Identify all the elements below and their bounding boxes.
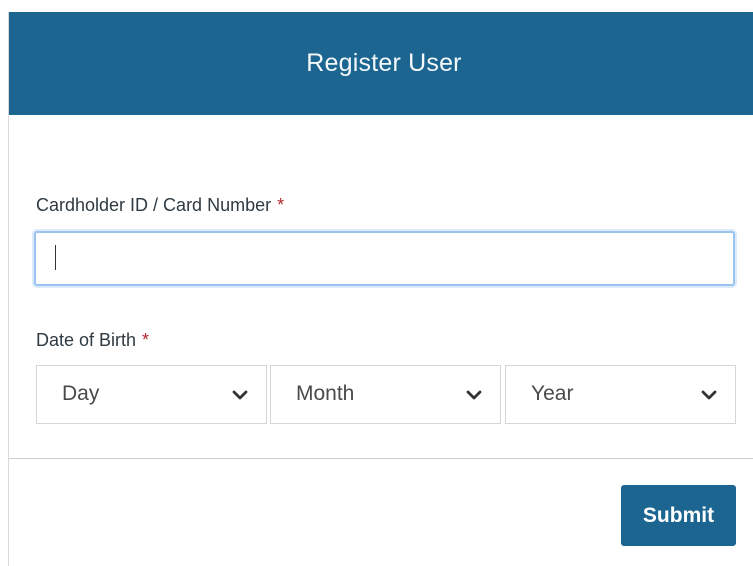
month-select[interactable]: Month xyxy=(270,365,501,424)
submit-button[interactable]: Submit xyxy=(621,485,736,546)
cardholder-label: Cardholder ID / Card Number * xyxy=(36,195,284,216)
register-user-modal: Register User Cardholder ID / Card Numbe… xyxy=(8,12,753,566)
date-of-birth-label-text: Date of Birth xyxy=(36,330,137,350)
required-mark: * xyxy=(142,330,150,350)
text-caret xyxy=(55,245,56,270)
year-select-value: Year xyxy=(531,382,574,405)
month-select-value: Month xyxy=(296,382,355,405)
page: Register User Cardholder ID / Card Numbe… xyxy=(0,0,753,566)
chevron-down-icon xyxy=(232,390,248,400)
year-select[interactable]: Year xyxy=(505,365,736,424)
cardholder-input[interactable] xyxy=(34,231,735,286)
day-select-value: Day xyxy=(62,382,100,405)
required-mark: * xyxy=(277,195,285,215)
date-of-birth-label: Date of Birth * xyxy=(36,330,149,351)
cardholder-label-text: Cardholder ID / Card Number xyxy=(36,195,272,215)
chevron-down-icon xyxy=(466,390,482,400)
footer-divider xyxy=(9,458,753,459)
modal-title: Register User xyxy=(306,49,462,77)
chevron-down-icon xyxy=(701,390,717,400)
day-select[interactable]: Day xyxy=(36,365,267,424)
modal-header: Register User xyxy=(9,12,753,115)
date-of-birth-selects: Day Month Year xyxy=(36,365,736,424)
